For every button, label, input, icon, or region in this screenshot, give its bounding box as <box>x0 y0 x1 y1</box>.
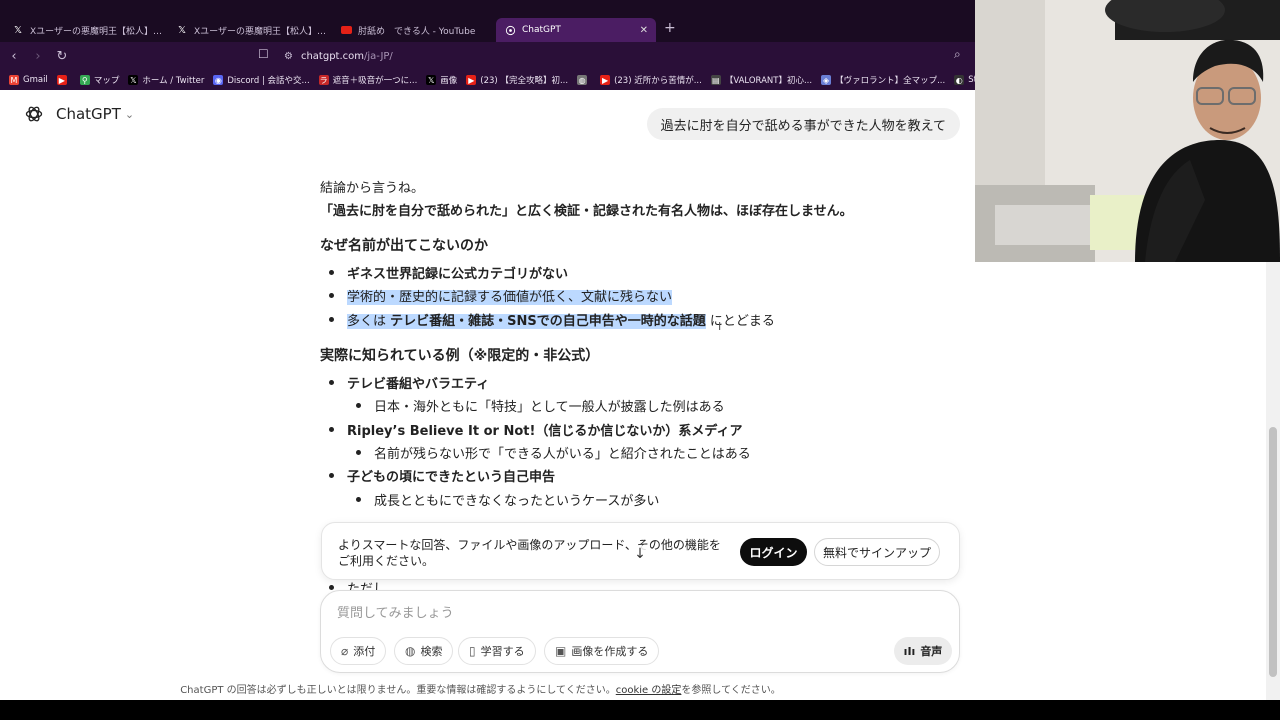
chevron-down-icon: ⌄ <box>124 107 135 121</box>
bookmark-icon[interactable]: ☐ <box>258 47 269 61</box>
tab-label: ChatGPT <box>522 25 561 35</box>
tab-x-post-1[interactable]: 𝕏 Xユーザーの悪魔明王【松人】さん「https <box>4 18 172 42</box>
bookmark-label: SteamDB <box>968 75 975 85</box>
bookmark-label: (23) 【完全攻略】初... <box>480 76 569 86</box>
chatgpt-logo-icon <box>25 106 43 122</box>
app-title: ChatGPT <box>56 105 121 123</box>
youtube-icon: ▶ <box>600 75 611 85</box>
globe-icon: ◍ <box>405 644 416 658</box>
browser-nav-bar: ‹ › ↻ ☐ ⚙ chatgpt.com/ja-JP/ ⌕ <box>0 42 975 70</box>
voice-label: 音声 <box>920 645 943 658</box>
bookmark-label: (23) 近所から苦情が... <box>614 76 702 86</box>
create-image-button[interactable]: ▣ 画像を作成する <box>544 637 660 665</box>
scrollbar-thumb[interactable] <box>1269 427 1277 677</box>
shop-icon: ラ <box>318 75 329 85</box>
site-info-icon[interactable]: ⚙ <box>284 51 293 62</box>
x-logo-icon: 𝕏 <box>128 75 139 85</box>
disclaimer-text-end: を参照してください。 <box>681 685 781 696</box>
bookmark-item[interactable]: ▶ <box>56 75 71 85</box>
bookmark-label: 【VALORANT】初心... <box>724 76 813 86</box>
bookmark-item[interactable]: ◍ <box>577 75 591 85</box>
bookmark-item[interactable]: ▤ 【VALORANT】初心... <box>710 74 813 86</box>
voice-button[interactable]: ıIı 音声 <box>894 637 952 665</box>
tab-label: 肘舐め できる人 - YouTube <box>358 26 476 37</box>
user-message: 過去に肘を自分で舐める事ができた人物を教えて <box>646 108 960 140</box>
model-switcher[interactable]: ChatGPT ⌄ <box>24 104 134 124</box>
waveform-icon: ıIı <box>903 644 916 658</box>
x-logo-icon: 𝕏 <box>177 24 187 36</box>
bookmark-label: 遮音＋吸音が一つに... <box>332 76 418 86</box>
study-label: 学習する <box>480 645 525 658</box>
book-icon: ▯ <box>469 644 476 658</box>
address-domain: chatgpt.com <box>300 50 365 62</box>
youtube-icon: ▶ <box>56 75 67 85</box>
webcam-overlay <box>975 0 1280 262</box>
screen: 𝕏 Xユーザーの悪魔明王【松人】さん「https 𝕏 Xユーザーの悪魔明王【松人… <box>0 0 1280 720</box>
bookmark-item[interactable]: ◈ 【ヴァロラント】全マップ... <box>821 74 945 86</box>
create-image-label: 画像を作成する <box>571 645 649 658</box>
x-logo-icon: 𝕏 <box>426 75 437 85</box>
browser-tab-bar: 𝕏 Xユーザーの悪魔明王【松人】さん「https 𝕏 Xユーザーの悪魔明王【松人… <box>0 0 975 42</box>
paperclip-icon: ⌀ <box>341 644 349 658</box>
search-button[interactable]: ◍ 検索 <box>394 637 454 665</box>
gmail-icon: M <box>9 75 19 85</box>
bookmarks-bar: M Gmail ▶ ⚲ マップ 𝕏 ホーム / Twitter ◉ Discord | 会話や交… <box>0 70 975 90</box>
bookmark-item[interactable]: ◐SteamDB <box>954 75 975 85</box>
composer: ⌀ 添付 ◍ 検索 ▯ 学習する ▣ 画像を作成する ıIı 音声 <box>320 590 960 673</box>
youtube-icon <box>340 24 352 36</box>
webcam-person-image <box>975 0 1280 262</box>
address-path: /ja-JP/ <box>364 50 393 62</box>
bookmark-label: Discord | 会話や交... <box>227 76 310 86</box>
disclaimer-text: ChatGPT の回答は必ずしも正しいとは限りません。重要な情報は確認するように… <box>180 685 616 696</box>
bookmark-label: Gmail <box>23 75 48 85</box>
bookmark-item[interactable]: ラ遮音＋吸音が一つに... <box>318 74 418 86</box>
banner-text: よりスマートな回答、ファイルや画像のアップロード、その他の機能をご利用ください。 <box>338 538 721 568</box>
globe-icon: ◍ <box>577 75 588 85</box>
scrollbar[interactable] <box>1266 262 1280 700</box>
bookmark-item[interactable]: ◉ Discord | 会話や交... <box>213 74 310 86</box>
youtube-icon: ▶ <box>466 75 477 85</box>
attach-label: 添付 <box>353 645 376 658</box>
chatgpt-icon <box>504 24 516 36</box>
bookmark-item[interactable]: ⚲ マップ <box>79 74 120 86</box>
steamdb-icon: ◐ <box>954 75 965 85</box>
prompt-input[interactable] <box>337 603 937 623</box>
zoom-icon[interactable]: ⌕ <box>954 47 961 62</box>
maps-icon: ⚲ <box>79 75 90 85</box>
tab-chatgpt[interactable]: ChatGPT ✕ <box>496 18 656 42</box>
close-icon[interactable]: ✕ <box>632 25 648 36</box>
discord-icon: ◉ <box>213 75 224 85</box>
image-icon: ▣ <box>555 644 567 658</box>
address-bar[interactable]: ⚙ chatgpt.com/ja-JP/ <box>284 46 393 66</box>
bookmark-label: マップ <box>93 76 120 86</box>
study-button[interactable]: ▯ 学習する <box>458 637 536 665</box>
bookmark-item[interactable]: 𝕏 ホーム / Twitter <box>128 74 204 86</box>
bookmark-label: ホーム / Twitter <box>142 76 205 86</box>
bookmark-item[interactable]: M Gmail <box>9 75 48 85</box>
site-icon: ◈ <box>821 75 832 85</box>
search-label: 検索 <box>420 645 443 658</box>
reload-icon[interactable]: ↻ <box>52 46 72 66</box>
bookmark-label: 画像 <box>440 76 458 86</box>
tab-label: Xユーザーの悪魔明王【松人】さん「https <box>30 26 164 37</box>
tab-youtube[interactable]: 肘舐め できる人 - YouTube <box>332 18 498 42</box>
signup-button[interactable]: 無料でサインアップ <box>814 538 940 566</box>
page-icon: ▤ <box>710 75 721 85</box>
tab-x-post-2[interactable]: 𝕏 Xユーザーの悪魔明王【松人】さん「https <box>168 18 336 42</box>
forward-icon[interactable]: › <box>28 46 48 66</box>
x-logo-icon: 𝕏 <box>13 24 23 36</box>
bookmark-label: 【ヴァロラント】全マップ... <box>835 76 946 86</box>
tab-label: Xユーザーの悪魔明王【松人】さん「https <box>194 26 328 37</box>
back-icon[interactable]: ‹ <box>4 46 24 66</box>
taskbar-edge <box>0 700 1280 720</box>
scroll-down-icon[interactable]: ↓ <box>631 545 649 563</box>
bookmark-item[interactable]: ▶ (23) 【完全攻略】初... <box>466 74 568 86</box>
page-extension <box>975 262 1266 700</box>
new-tab-button[interactable]: + <box>664 20 676 36</box>
bookmark-item[interactable]: ▶ (23) 近所から苦情が... <box>600 74 702 86</box>
login-button[interactable]: ログイン <box>740 538 807 566</box>
attach-button[interactable]: ⌀ 添付 <box>330 637 387 665</box>
cookie-settings-link[interactable]: cookie の設定 <box>616 685 682 696</box>
bookmark-item[interactable]: 𝕏 画像 <box>426 74 457 86</box>
